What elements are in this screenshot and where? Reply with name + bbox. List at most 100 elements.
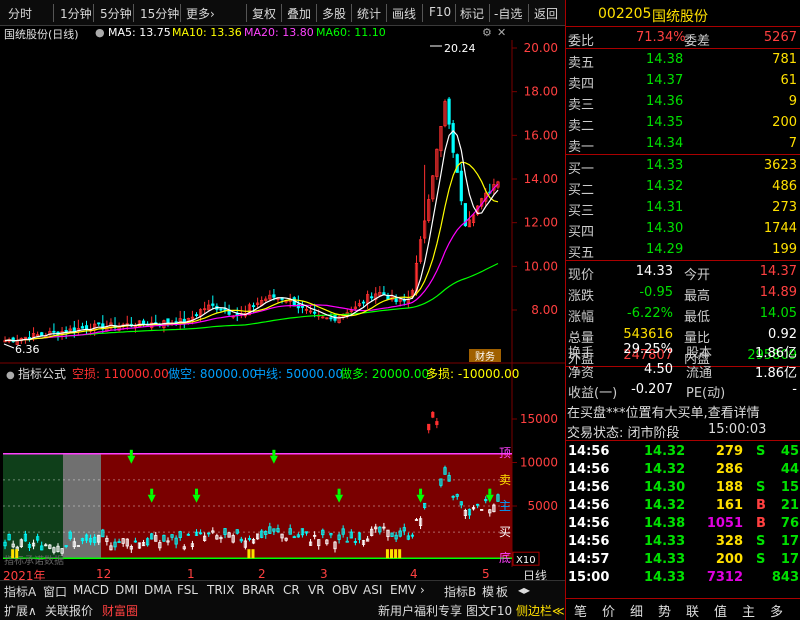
rtab-jia[interactable]: 价: [602, 601, 615, 620]
tool-diejia[interactable]: 叠加: [287, 5, 311, 22]
candle-body: [361, 301, 366, 304]
tick-volume: 161: [715, 498, 743, 513]
tab-zhibiao-a[interactable]: 指标A: [4, 583, 36, 600]
ask-level-label: 卖五: [568, 56, 595, 71]
period-tab-5min[interactable]: 5分钟: [100, 5, 132, 22]
tab-macd[interactable]: MACD: [73, 583, 109, 597]
ask-price: 14.35: [646, 115, 684, 130]
price-axis-label: 12.00: [524, 216, 558, 230]
stat2-row: 换手 29.25% 股本 1.86亿: [566, 340, 800, 361]
rtab-zhi[interactable]: 值: [714, 601, 727, 620]
price-axis-label: 14.00: [524, 172, 558, 186]
tool-huaxian[interactable]: 画线: [392, 5, 416, 22]
candle-body: [370, 296, 374, 299]
price-axis-label: 20.00: [524, 41, 558, 55]
tab-vr[interactable]: VR: [308, 583, 325, 597]
tab-wealth-circle[interactable]: 财富圈: [102, 602, 138, 619]
tab-template-1[interactable]: 模: [482, 583, 494, 600]
tick-count: 44: [780, 462, 799, 477]
rtab-lian[interactable]: 联: [686, 601, 699, 620]
tick-count: 45: [780, 444, 799, 459]
tab-obv[interactable]: OBV: [332, 583, 358, 597]
rtab-bi[interactable]: 笔: [574, 601, 587, 620]
tick-count: 15: [780, 480, 799, 495]
indicator-zhongxian: 中线: 50000.00: [254, 366, 343, 381]
tab-cr[interactable]: CR: [283, 583, 300, 597]
stat-label: 涨幅: [568, 310, 595, 325]
tool-f10[interactable]: F10: [429, 5, 451, 19]
sidebar-toggle[interactable]: 侧边栏≪: [516, 602, 565, 619]
tick-side: B: [756, 516, 766, 531]
tab-asi[interactable]: ASI: [363, 583, 382, 597]
rtab-shi[interactable]: 势: [658, 601, 671, 620]
low-price-label: 6.36: [15, 343, 40, 356]
tab-trix[interactable]: TRIX: [207, 583, 234, 597]
tab-more-arrow[interactable]: ›: [420, 583, 425, 597]
promo-new-user[interactable]: 新用户福利专享: [378, 602, 462, 619]
ind-body: [431, 411, 435, 418]
tick-row: 14:56 14.32 286 44: [566, 460, 800, 478]
candle-body: [272, 294, 276, 298]
period-tab-fenshi[interactable]: 分时: [8, 5, 32, 22]
candle-body: [451, 123, 455, 153]
ask-volume: 781: [772, 52, 797, 67]
right-tabs: 笔 价 细 势 联 值 主 多: [566, 598, 800, 620]
candle-body: [455, 154, 459, 173]
price-axis-label: 10.00: [524, 259, 558, 273]
tab-emv[interactable]: EMV: [390, 583, 416, 597]
tool-zixuan[interactable]: -自选: [494, 5, 522, 22]
tick-row: 14:56 14.32 279 S 45: [566, 442, 800, 460]
candle-body: [40, 332, 44, 336]
tab-expand[interactable]: 扩展∧: [4, 602, 37, 619]
tick-time: 14:56: [568, 444, 610, 459]
tick-price: 14.38: [644, 516, 686, 531]
candle-body: [394, 298, 398, 302]
tool-back[interactable]: 返回: [534, 5, 558, 22]
period-tab-15min[interactable]: 15分钟: [140, 5, 179, 22]
big-order-notice[interactable]: 在买盘***位置有大买单,查看详情: [567, 402, 760, 421]
tick-row: 14:56 14.32 161 B 21: [566, 496, 800, 514]
zone-red: [101, 453, 512, 559]
tool-biaoji[interactable]: 标记: [460, 5, 484, 22]
tab-related-quote[interactable]: 关联报价: [45, 602, 93, 619]
tool-tongji[interactable]: 统计: [357, 5, 381, 22]
stat2-label-2: 股本: [686, 346, 713, 361]
tick-volume: 188: [715, 480, 743, 495]
ask-level-label: 卖二: [568, 119, 595, 134]
time-tick-5: 5: [482, 567, 490, 581]
candle-body: [97, 322, 101, 325]
stat-value-2: 14.89: [759, 285, 797, 300]
settings-icon[interactable]: ⚙: [482, 26, 492, 39]
rtab-zhu[interactable]: 主: [742, 601, 755, 620]
kline-header: 国统股份(日线) ● MA5: 13.75 MA10: 13.36 MA20: …: [0, 26, 512, 41]
stat-label-2: 今开: [684, 268, 711, 283]
promo-f10[interactable]: 图文F10: [466, 602, 512, 619]
tab-brar[interactable]: BRAR: [242, 583, 275, 597]
tab-dma[interactable]: DMA: [144, 583, 172, 597]
notice-row[interactable]: 在买盘***位置有大买单,查看详情: [566, 400, 800, 421]
ind-axis-label: 5000: [527, 499, 558, 513]
ask-level-label: 卖一: [568, 140, 595, 155]
period-tab-more[interactable]: 更多›: [186, 5, 215, 22]
candle-body: [219, 308, 223, 311]
tool-duogu[interactable]: 多股: [322, 5, 346, 22]
tab-zhibiao-b[interactable]: 指标B: [444, 583, 476, 600]
tab-dmi[interactable]: DMI: [115, 583, 138, 597]
close-icon[interactable]: ✕: [497, 26, 506, 39]
tool-fuquan[interactable]: 复权: [252, 5, 276, 22]
tab-scroll-arrows[interactable]: ◂▸: [518, 583, 530, 597]
tab-window[interactable]: 窗口: [43, 583, 67, 600]
rtab-xi[interactable]: 细: [630, 601, 643, 620]
ma5-line: [4, 129, 499, 342]
buy-arrow-stem: [419, 488, 423, 495]
stock-name: 国统股份: [652, 9, 708, 25]
kline-chart[interactable]: 20.00 18.00 16.00 14.00 12.00 10.00 8.00 20.24 6…: [0, 40, 565, 567]
weibi-row: 委比 71.34% 委差 5267: [566, 28, 800, 49]
tab-fsl[interactable]: FSL: [177, 583, 198, 597]
signal-bar: [398, 549, 402, 559]
stat-label: 涨跌: [568, 289, 595, 304]
period-tab-1min[interactable]: 1分钟: [60, 5, 92, 22]
header-menu-icon[interactable]: ●: [95, 26, 105, 39]
rtab-duo[interactable]: 多: [770, 601, 783, 620]
tab-template-2[interactable]: 板: [496, 583, 508, 600]
